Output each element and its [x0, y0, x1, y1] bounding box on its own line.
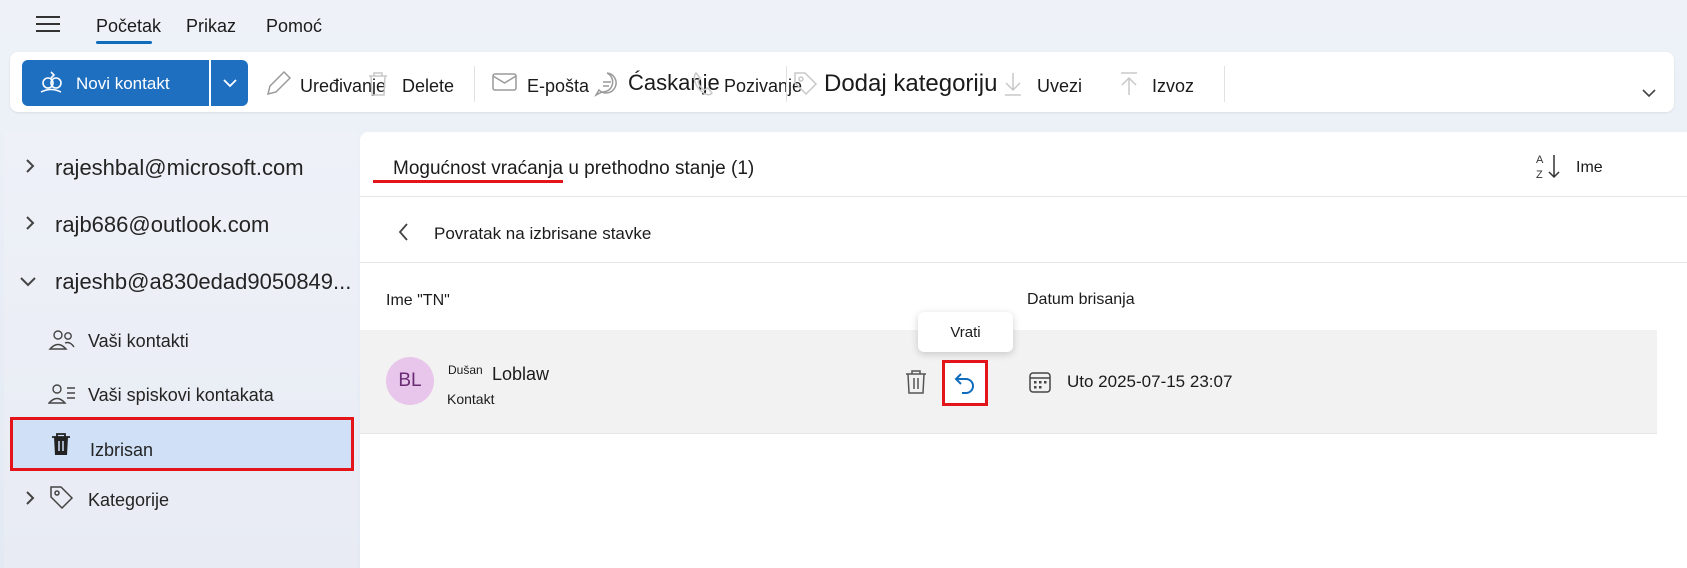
column-header-deleted-date[interactable]: Datum brisanja — [1027, 291, 1135, 309]
svg-text:Z: Z — [1536, 169, 1543, 181]
new-contact-label: Novi kontakt — [76, 74, 170, 93]
account-rajeshbal[interactable]: rajeshbal@microsoft.com — [55, 155, 304, 181]
sidebar-item-contact-lists[interactable]: Vaši spiskovi kontakata — [88, 385, 274, 406]
email-button[interactable]: E-pošta — [527, 76, 589, 97]
title-annotation-underline — [373, 180, 563, 183]
column-header-name[interactable]: Ime "TN" — [386, 292, 450, 310]
contact-type: Kontakt — [447, 391, 495, 407]
contact-list-icon — [48, 384, 75, 404]
restore-button[interactable] — [942, 360, 988, 406]
sidebar-item-your-contacts[interactable]: Vaši kontakti — [88, 331, 189, 352]
chevron-right-icon[interactable] — [22, 157, 38, 175]
account-rajeshb[interactable]: rajeshb@a830edad9050849... — [55, 269, 351, 295]
ribbon-divider — [1224, 66, 1225, 102]
divider — [360, 262, 1687, 263]
back-to-deleted-link[interactable]: Povratak na izbrisane stavke — [434, 224, 651, 244]
hamburger-menu-button[interactable] — [34, 10, 64, 38]
divider — [360, 196, 1687, 197]
call-button[interactable]: Pozivanje — [724, 76, 802, 97]
tag-icon — [50, 486, 74, 510]
page-title: Mogućnost vraćanja u prethodno stanje (1… — [393, 158, 755, 179]
phone-icon — [693, 71, 713, 96]
tag-icon — [794, 72, 818, 96]
trash-icon — [52, 433, 70, 455]
svg-text:A: A — [1536, 154, 1544, 166]
tab-prikaz[interactable]: Prikaz — [186, 16, 236, 37]
new-contact-icon — [40, 71, 62, 93]
divider — [360, 433, 1657, 434]
chevron-right-icon[interactable] — [22, 214, 38, 232]
new-contact-dropdown-button[interactable] — [211, 60, 248, 106]
sort-label: Ime — [1576, 159, 1603, 176]
mail-icon — [492, 73, 517, 91]
contact-last-name: Loblaw — [492, 364, 550, 384]
tab-pomoc[interactable]: Pomoć — [266, 16, 322, 37]
delete-button[interactable]: Delete — [402, 76, 454, 97]
export-button[interactable]: Izvoz — [1152, 76, 1194, 97]
ribbon-divider — [786, 66, 787, 102]
chat-icon — [594, 72, 617, 97]
pencil-icon — [266, 70, 292, 96]
ribbon-divider — [474, 66, 475, 102]
new-contact-button[interactable]: Novi kontakt — [22, 60, 209, 106]
avatar: BL — [386, 357, 434, 405]
people-icon — [48, 330, 75, 350]
chevron-left-icon[interactable] — [396, 222, 412, 242]
chevron-down-icon[interactable] — [18, 274, 38, 290]
restore-tooltip: Vrati — [918, 312, 1013, 352]
hamburger-icon — [36, 16, 60, 32]
chevron-right-icon[interactable] — [22, 489, 38, 507]
sort-az-icon: A Z — [1536, 154, 1560, 181]
account-rajb686[interactable]: rajb686@outlook.com — [55, 212, 269, 238]
ribbon-expand-chevron-icon[interactable] — [1640, 86, 1658, 100]
deleted-date: Uto 2025-07-15 23:07 — [1067, 372, 1233, 391]
sidebar-item-deleted-label: Izbrisan — [90, 440, 154, 460]
delete-icon — [369, 72, 387, 96]
chevron-down-icon — [223, 79, 237, 88]
tab-pocetak[interactable]: Početak — [96, 16, 161, 37]
import-icon — [1005, 73, 1021, 96]
export-icon — [1121, 72, 1137, 95]
import-button[interactable]: Uvezi — [1037, 76, 1082, 97]
add-category-button[interactable]: Dodaj kategoriju — [824, 70, 997, 98]
delete-permanently-icon[interactable] — [904, 369, 928, 395]
contact-first-name: Dušan — [448, 363, 483, 377]
calendar-icon — [1029, 372, 1051, 393]
sidebar-item-categories[interactable]: Kategorije — [88, 490, 169, 511]
restore-undo-icon — [954, 373, 974, 394]
active-tab-indicator — [96, 41, 152, 44]
